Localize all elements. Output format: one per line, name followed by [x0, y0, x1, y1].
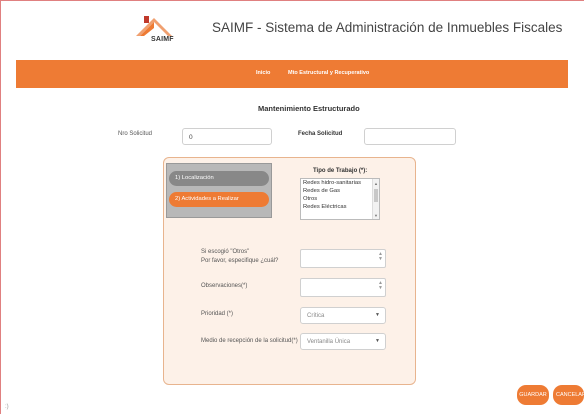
- prioridad-label: Prioridad (*): [201, 311, 234, 317]
- fecha-solicitud-label: Fecha Solicitud: [298, 131, 343, 137]
- listbox-scrollbar[interactable]: ▲ ▼: [372, 179, 379, 219]
- medio-label: Medio de recepción de la solicitud(*): [201, 338, 298, 344]
- corner-mark: :): [5, 404, 9, 410]
- list-option[interactable]: Redes Eléctricas: [301, 203, 379, 211]
- cancel-button[interactable]: CANCELAR: [553, 385, 584, 405]
- medio-select[interactable]: Ventanilla Única ▼: [300, 333, 386, 350]
- save-button[interactable]: GUARDAR: [517, 385, 549, 405]
- page-title: SAIMF - Sistema de Administración de Inm…: [212, 20, 563, 35]
- list-option[interactable]: Redes de Gas: [301, 187, 379, 195]
- tab-localizacion[interactable]: 1) Localización: [169, 171, 269, 186]
- list-option[interactable]: Otros: [301, 195, 379, 203]
- observaciones-textarea[interactable]: ▲ ▼: [300, 278, 386, 297]
- scroll-up-icon[interactable]: ▲: [374, 181, 378, 186]
- otros-textarea[interactable]: ▲ ▼: [300, 249, 386, 268]
- otros-label-line2: Por favor, especifique ¿cuál?: [201, 258, 279, 264]
- prioridad-select[interactable]: Crítica ▼: [300, 307, 386, 324]
- tipo-trabajo-label: Tipo de Trabajo (*):: [313, 168, 368, 174]
- list-option[interactable]: Redes hidro-sanitarias: [301, 179, 379, 187]
- tab-actividades[interactable]: 2) Actividades a Realizar: [169, 192, 269, 207]
- nav-item-mto-estructural[interactable]: Mto Estructural y Recuperativo: [288, 70, 369, 76]
- medio-value: Ventanilla Única: [307, 339, 351, 345]
- chevron-down-icon: ▼: [375, 312, 380, 318]
- resize-spin-icon: ▲ ▼: [378, 280, 383, 291]
- fecha-solicitud-field[interactable]: [364, 128, 456, 145]
- section-title: Mantenimiento Estructurado: [258, 104, 360, 113]
- resize-spin-icon: ▲ ▼: [378, 251, 383, 262]
- observaciones-label: Observaciones(*): [201, 283, 248, 289]
- tipo-trabajo-listbox[interactable]: Redes hidro-sanitarias Redes de Gas Otro…: [300, 178, 380, 220]
- otros-label-line1: Si escogió "Otros": [201, 249, 250, 255]
- chevron-down-icon: ▼: [375, 338, 380, 344]
- nro-solicitud-label: Nro Solicitud: [118, 131, 153, 137]
- main-navbar: Inicio Mto Estructural y Recuperativo: [16, 60, 568, 88]
- prioridad-value: Crítica: [307, 313, 325, 319]
- logo-text: SAIMF: [151, 36, 174, 43]
- scrollbar-thumb[interactable]: [374, 189, 378, 202]
- scroll-down-icon[interactable]: ▼: [374, 213, 378, 218]
- nro-solicitud-field[interactable]: 0: [182, 128, 272, 145]
- nav-item-inicio[interactable]: Inicio: [256, 70, 270, 76]
